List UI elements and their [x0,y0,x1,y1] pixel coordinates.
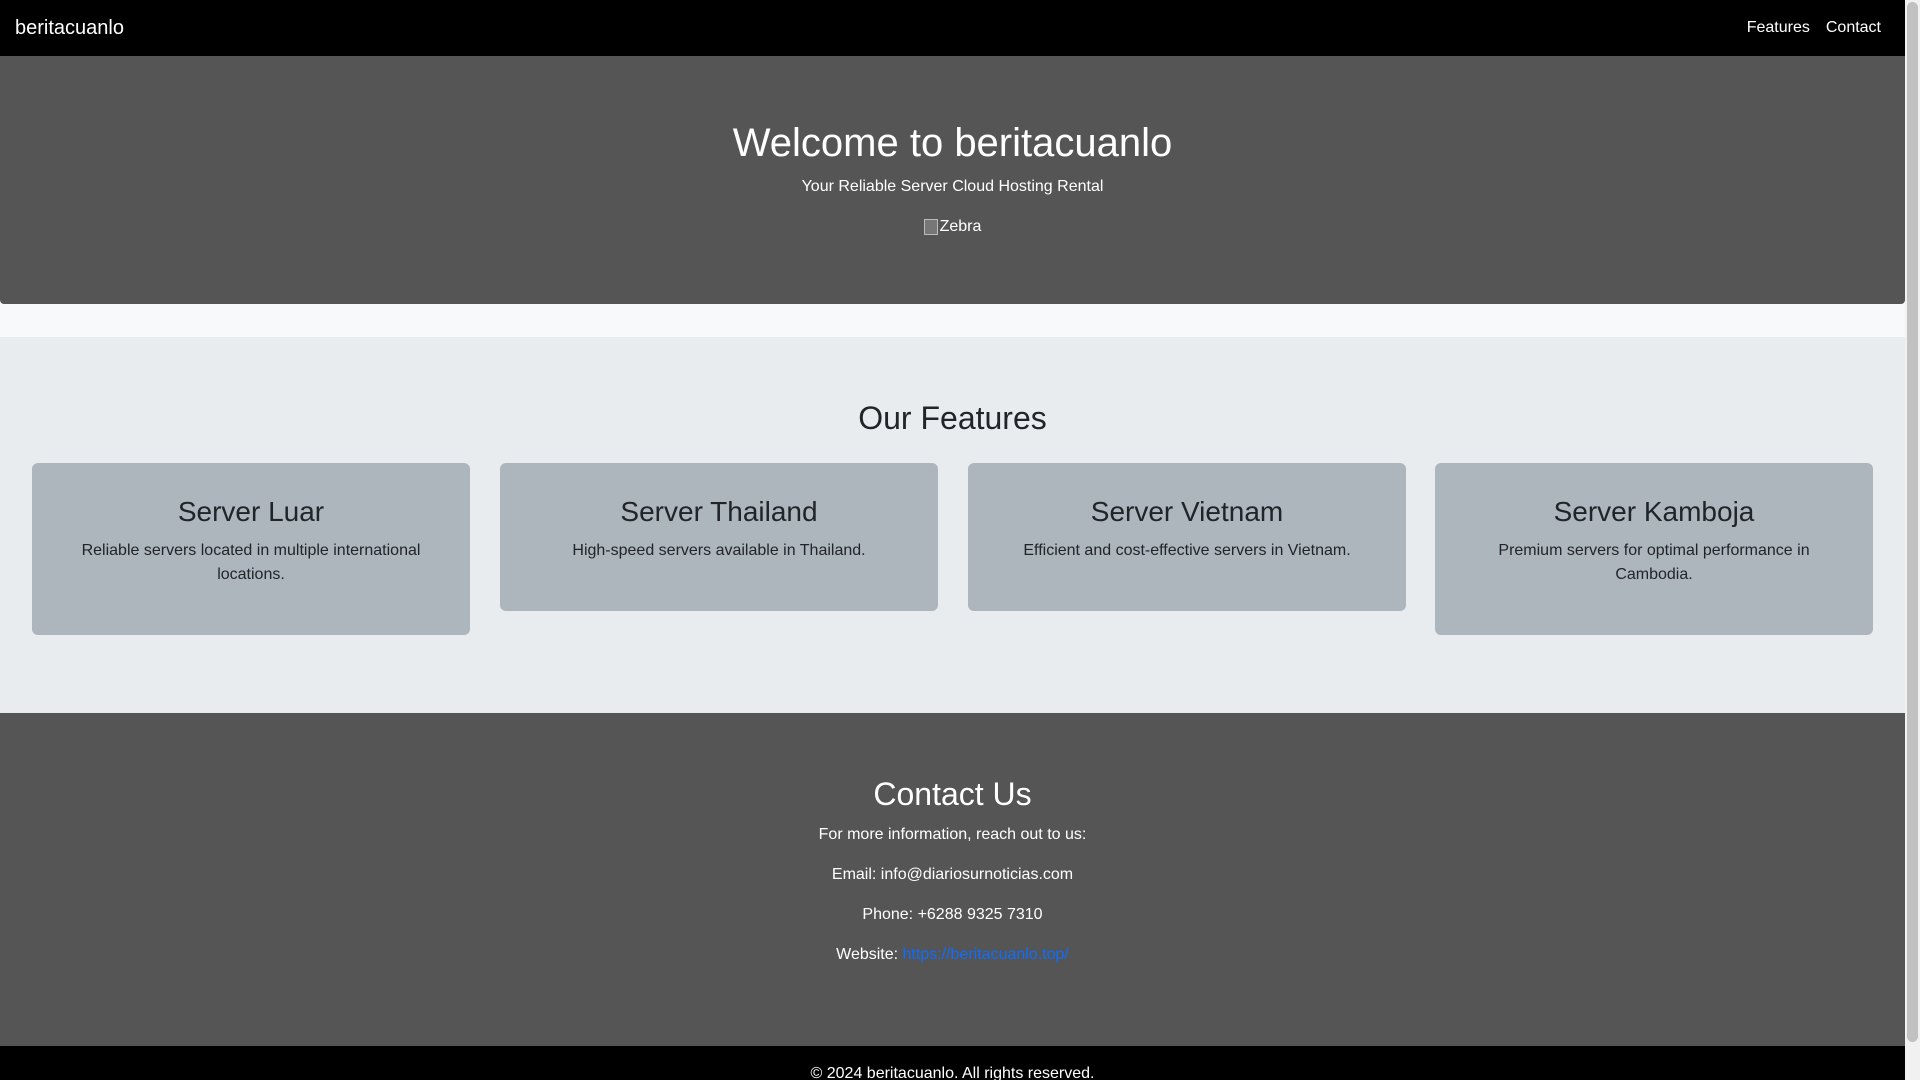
hero-image: Zebra [0,218,1905,236]
feature-card-title: Server Vietnam [1090,496,1284,527]
contact-website: Website: https://beritacuanlo.top/ [0,946,1905,964]
nav-link-contact[interactable]: Contact [1826,19,1881,37]
feature-card-title: Server Thailand [620,496,818,527]
page-scrollbar[interactable] [1905,0,1920,1080]
contact-section: Contact Us For more information, reach o… [0,713,1905,1046]
footer-copyright: © 2024 beritacuanlo. All rights reserved… [810,1065,1095,1080]
contact-heading: Contact Us [873,776,1032,812]
broken-image-icon: Zebra [923,218,982,236]
nav-links: Features Contact [1747,19,1881,37]
nav-link-features[interactable]: Features [1747,19,1810,37]
feature-card: Server Thailand High-speed servers avail… [500,463,938,611]
navbar: beritacuanlo Features Contact [0,0,1905,56]
contact-phone: Phone: +6288 9325 7310 [862,906,1043,923]
website-link[interactable]: https://beritacuanlo.top/ [903,946,1069,963]
feature-card-title: Server Luar [177,496,325,527]
image-placeholder-icon [923,219,938,235]
hero-tagline: Your Reliable Server Cloud Hosting Renta… [801,178,1104,195]
footer: © 2024 beritacuanlo. All rights reserved… [0,1046,1905,1080]
feature-card: Server Vietnam Efficient and cost-effect… [968,463,1406,611]
feature-card: Server Kamboja Premium servers for optim… [1435,463,1873,635]
hero-section: Welcome to beritacuanlo Your Reliable Se… [0,56,1905,304]
feature-card-description: Premium servers for optimal performance … [1498,542,1810,583]
features-section: Our Features Server Luar Reliable server… [0,337,1905,713]
brand-link[interactable]: beritacuanlo [15,17,124,40]
contact-email: Email: info@diariosurnoticias.com [831,866,1074,883]
feature-card-title: Server Kamboja [1553,496,1755,527]
website-label: Website: [836,946,903,963]
features-heading: Our Features [858,400,1047,436]
hero-image-alt: Zebra [939,218,982,235]
scrollbar-thumb[interactable] [1907,2,1918,1042]
feature-card-description: Efficient and cost-effective servers in … [1023,542,1351,559]
hero-title: Welcome to beritacuanlo [732,121,1173,165]
feature-card: Server Luar Reliable servers located in … [32,463,470,635]
contact-intro: For more information, reach out to us: [818,826,1087,843]
feature-card-description: High-speed servers available in Thailand… [572,542,866,559]
feature-card-description: Reliable servers located in multiple int… [81,542,421,583]
